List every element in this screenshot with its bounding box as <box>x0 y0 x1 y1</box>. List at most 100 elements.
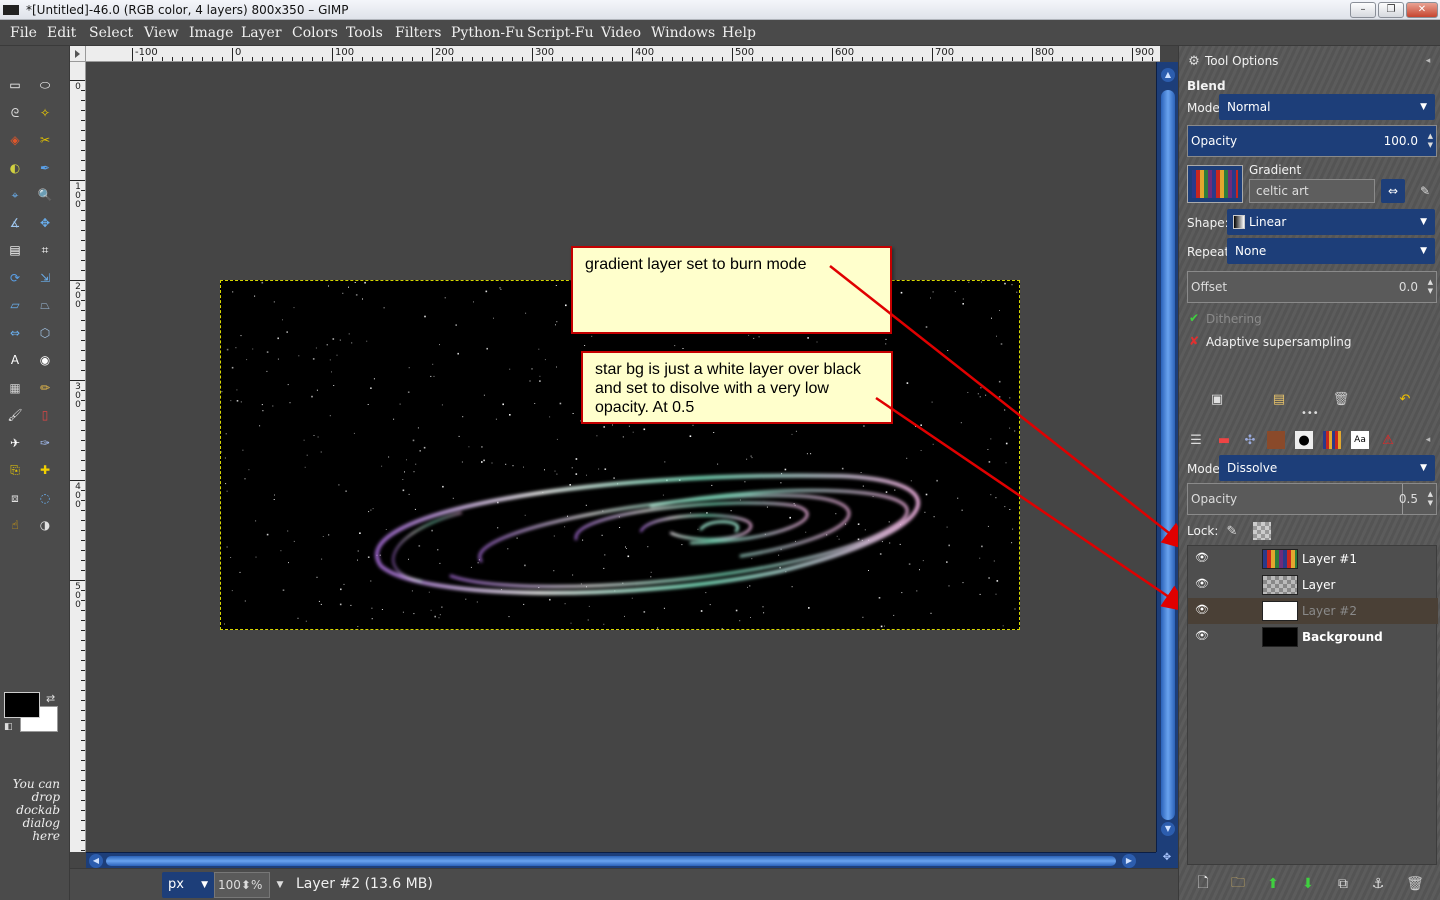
menu-video[interactable]: Video <box>601 25 641 41</box>
eye-icon[interactable]: 👁 <box>1194 577 1210 593</box>
rect-select-icon[interactable]: ▭ <box>6 76 24 94</box>
layer-row[interactable]: 👁 Layer <box>1188 572 1438 598</box>
menu-filters[interactable]: Filters <box>395 25 441 41</box>
scroll-left-icon[interactable]: ◀ <box>89 854 103 868</box>
eraser-icon[interactable]: ▯ <box>36 406 54 424</box>
eye-icon[interactable]: 👁 <box>1194 551 1210 567</box>
vertical-scrollbar[interactable]: ▲ ▼ <box>1156 62 1178 852</box>
layer-name[interactable]: Layer #1 <box>1302 552 1357 566</box>
save-options-icon[interactable]: ▣ <box>1208 390 1226 408</box>
align-icon[interactable]: ▤ <box>6 241 24 259</box>
dithering-check-icon[interactable]: ✔ <box>1189 311 1199 325</box>
heal-icon[interactable]: ✚ <box>36 461 54 479</box>
minimize-button[interactable]: – <box>1350 2 1376 18</box>
patterns-tab-icon[interactable] <box>1267 431 1285 449</box>
restore-options-icon[interactable]: ▤ <box>1270 390 1288 408</box>
scroll-right-icon[interactable]: ▶ <box>1122 854 1136 868</box>
horizontal-scroll-thumb[interactable] <box>106 856 1116 866</box>
eye-icon[interactable]: 👁 <box>1194 629 1210 645</box>
error-console-icon[interactable]: ⚠ <box>1379 431 1397 449</box>
horizontal-scrollbar[interactable]: ◀ ▶ <box>86 852 1156 868</box>
clone-icon[interactable]: ⎘ <box>6 461 24 479</box>
scroll-down-icon[interactable]: ▼ <box>1161 822 1175 836</box>
free-select-icon[interactable]: ᘓ <box>6 104 24 122</box>
anchor-layer-icon[interactable]: ⚓ <box>1368 874 1388 894</box>
airbrush-icon[interactable]: ✈ <box>6 434 24 452</box>
crop-icon[interactable]: ⌗ <box>36 241 54 259</box>
quick-mask-corner-button[interactable] <box>70 46 86 62</box>
vertical-scroll-thumb[interactable] <box>1161 90 1175 820</box>
menu-colors[interactable]: Colors <box>292 25 338 41</box>
blur-icon[interactable]: ◌ <box>36 489 54 507</box>
gradient-preview-button[interactable] <box>1187 165 1243 203</box>
reverse-gradient-icon[interactable]: ⇔ <box>1381 179 1405 203</box>
lock-alpha-icon[interactable] <box>1253 522 1271 540</box>
panel-menu-icon[interactable]: ◂ <box>1419 52 1437 70</box>
canvas-viewport[interactable] <box>86 62 1156 852</box>
menu-layer[interactable]: Layer <box>241 25 282 41</box>
pencil-icon[interactable]: ✏ <box>36 379 54 397</box>
foreground-color-swatch[interactable] <box>4 692 40 718</box>
raise-layer-icon[interactable]: ⬆ <box>1263 874 1283 894</box>
zoom-dropdown-icon[interactable]: ▼ <box>270 872 290 898</box>
scale-icon[interactable]: ⇲ <box>36 269 54 287</box>
gradients-tab-icon[interactable] <box>1323 431 1341 449</box>
reset-options-icon[interactable]: ↶ <box>1396 390 1414 408</box>
flip-icon[interactable]: ⇔ <box>6 324 24 342</box>
layers-tab-icon[interactable]: ☰ <box>1187 431 1205 449</box>
zoom-icon[interactable]: 🔍 <box>36 186 54 204</box>
menu-select[interactable]: Select <box>89 25 133 41</box>
scissors-icon[interactable]: ✂ <box>36 131 54 149</box>
measure-icon[interactable]: ∡ <box>6 214 24 232</box>
menu-view[interactable]: View <box>144 25 179 41</box>
close-button[interactable]: ✕ <box>1406 2 1438 18</box>
layers-list[interactable]: 👁 Layer #1 👁 Layer 👁 Layer #2 👁 Backgrou… <box>1187 545 1438 865</box>
gradient-name-field[interactable]: celtic art <box>1249 179 1375 203</box>
menu-file[interactable]: File <box>10 25 37 41</box>
swap-colors-icon[interactable]: ⇄ <box>46 692 55 705</box>
zoom-spin-icon[interactable]: ⬍ <box>241 878 251 892</box>
paths-tab-icon[interactable]: ✣ <box>1241 431 1259 449</box>
new-layer-icon[interactable]: 🗋 <box>1193 874 1213 894</box>
paintbrush-icon[interactable]: 🖌 <box>6 406 24 424</box>
fuzzy-select-icon[interactable]: ✧ <box>36 104 54 122</box>
scroll-up-icon[interactable]: ▲ <box>1161 68 1175 82</box>
layer-row[interactable]: 👁 Background <box>1188 624 1438 650</box>
layer-name[interactable]: Layer #2 <box>1302 604 1357 618</box>
cage-icon[interactable]: ⬡ <box>36 324 54 342</box>
move-icon[interactable]: ✥ <box>36 214 54 232</box>
eye-icon[interactable]: 👁 <box>1194 603 1210 619</box>
menu-tools[interactable]: Tools <box>346 25 383 41</box>
edit-gradient-icon[interactable]: ✎ <box>1413 179 1437 203</box>
paths-icon[interactable]: ✒ <box>36 159 54 177</box>
shear-icon[interactable]: ▱ <box>6 296 24 314</box>
panel-menu-icon[interactable]: ◂ <box>1419 431 1437 449</box>
adaptive-supersampling-x-icon[interactable]: ✘ <box>1189 334 1199 348</box>
by-color-select-icon[interactable]: ◈ <box>6 131 24 149</box>
menu-python-fu[interactable]: Python-Fu <box>451 25 524 41</box>
duplicate-layer-icon[interactable]: ⧉ <box>1333 874 1353 894</box>
repeat-select[interactable]: None ▼ <box>1227 238 1435 264</box>
channels-tab-icon[interactable]: ▬ <box>1215 431 1233 449</box>
spin-arrows-icon[interactable]: ▲ ▼ <box>1428 132 1433 150</box>
delete-layer-icon[interactable]: 🗑 <box>1405 874 1425 894</box>
blend-icon[interactable]: ▦ <box>6 379 24 397</box>
vertical-ruler[interactable]: 0100200300400500 <box>70 62 86 852</box>
perspective-icon[interactable]: ⏢ <box>36 296 54 314</box>
menu-edit[interactable]: Edit <box>47 25 76 41</box>
horizontal-ruler[interactable]: -100 0 100 200 300 400 500 600 700 800 900 <box>86 46 1160 62</box>
dodge-burn-icon[interactable]: ◑ <box>36 516 54 534</box>
foreground-select-icon[interactable]: ◐ <box>6 159 24 177</box>
restore-button[interactable]: ❐ <box>1378 2 1404 18</box>
delete-options-icon[interactable]: 🗑 <box>1332 390 1350 408</box>
new-layer-group-icon[interactable]: 🗀 <box>1228 874 1248 894</box>
spin-arrows-icon[interactable]: ▲ ▼ <box>1428 490 1433 508</box>
layer-row-active[interactable]: 👁 Layer #2 <box>1188 598 1438 624</box>
menu-windows[interactable]: Windows <box>651 25 715 41</box>
navigate-icon[interactable]: ✥ <box>1156 852 1178 868</box>
unit-select[interactable]: px ▼ <box>162 872 214 898</box>
reset-colors-icon[interactable]: ◧ <box>4 722 13 732</box>
shape-select[interactable]: Linear ▼ <box>1227 209 1435 235</box>
perspective-clone-icon[interactable]: ⧈ <box>6 489 24 507</box>
zoom-field[interactable]: 100⬍% <box>214 872 270 898</box>
